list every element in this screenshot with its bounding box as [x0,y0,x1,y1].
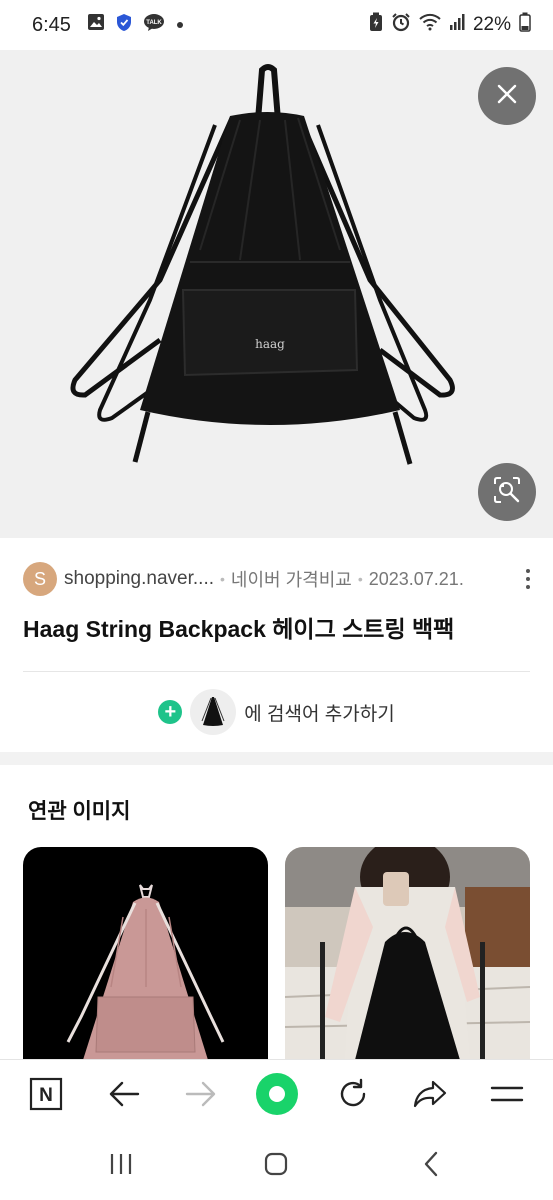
home-button[interactable] [256,1149,296,1183]
product-image[interactable]: haag [0,50,553,538]
plus-icon: + [158,700,183,724]
gallery-icon [87,13,105,37]
recent-apps-button[interactable] [101,1149,141,1183]
result-title[interactable]: Haag String Backpack 헤이그 스트링 백팩 [23,610,454,644]
close-icon [496,83,518,110]
talk-icon: TALK [143,13,165,38]
green-dot-icon [255,1072,299,1121]
system-back-button[interactable] [411,1149,451,1183]
source-avatar: S [23,562,57,596]
separator-dot: • [220,571,225,587]
forward-button[interactable] [179,1074,223,1118]
brand-logo-text: haag [255,337,285,351]
back-button[interactable] [102,1074,146,1118]
naver-home-button[interactable]: N [24,1074,68,1118]
alarm-icon [391,12,411,38]
battery-icon [519,12,531,38]
add-search-label: 에 검색어 추가하기 [244,703,395,725]
source-domain[interactable]: shopping.naver.... [64,568,214,590]
menu-button[interactable] [485,1074,529,1118]
signal-icon [449,13,465,37]
source-row[interactable]: S shopping.naver.... • 네이버 가격비교 • 2023.0… [23,562,533,596]
related-images: 연관 이미지 [0,765,553,1060]
related-image-pink-backpack[interactable] [23,847,268,1060]
status-bar: 6:45 TALK 22% [0,0,553,50]
image-search-icon [492,476,522,509]
screen: 6:45 TALK 22% haag S shopping.naver.... … [0,0,553,1200]
dot-icon [175,14,185,36]
system-nav-bar [0,1131,553,1200]
svg-text:TALK: TALK [146,20,162,26]
separator-dot: • [357,571,363,587]
add-to-search-button[interactable]: + 에 검색어 추가하기 [0,688,553,736]
more-dot-icon [526,569,530,573]
refresh-icon [337,1078,369,1115]
status-time: 6:45 [32,13,71,36]
shield-icon [115,13,133,38]
browser-toolbar: N [0,1059,553,1131]
related-heading: 연관 이미지 [28,800,131,823]
search-thumbnail [190,689,237,735]
forward-arrow-icon [185,1080,217,1113]
wifi-icon [419,13,441,37]
green-dot-button[interactable] [254,1072,300,1121]
result-info: S shopping.naver.... • 네이버 가격비교 • 2023.0… [0,538,553,752]
svg-text:N: N [39,1085,53,1106]
image-search-button[interactable] [478,463,536,521]
more-options-button[interactable] [518,566,538,592]
battery-saver-icon [369,12,383,38]
back-arrow-icon [108,1080,140,1113]
close-button[interactable] [478,67,536,125]
source-date: 2023.07.21. [368,568,464,589]
refresh-button[interactable] [331,1074,375,1118]
back-icon [421,1151,441,1182]
divider [23,671,530,672]
section-gap [0,752,553,765]
source-provider: 네이버 가격비교 [230,570,352,590]
more-dot-icon [526,577,530,581]
home-icon [263,1151,289,1182]
share-button[interactable] [408,1074,452,1118]
share-icon [413,1079,447,1114]
related-image-person-backpack[interactable] [285,847,530,1060]
menu-icon [490,1083,524,1110]
backpack-image: haag [70,64,455,465]
naver-home-icon: N [29,1077,63,1116]
recent-apps-icon [108,1152,134,1181]
more-dot-icon [526,585,530,589]
battery-percent: 22% [472,14,511,35]
